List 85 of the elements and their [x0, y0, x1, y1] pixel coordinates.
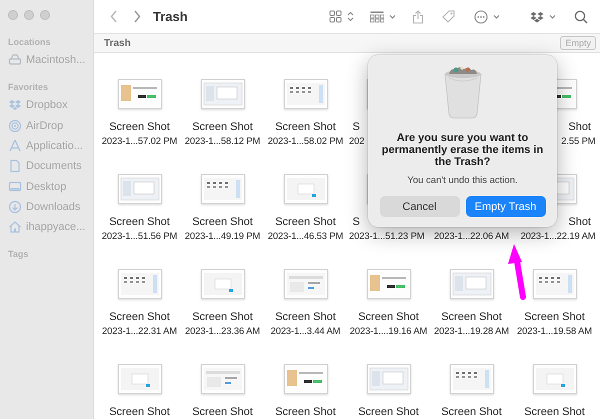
thumbnail-drawing — [450, 269, 494, 299]
cancel-button[interactable]: Cancel — [380, 196, 460, 217]
file-name[interactable]: Screen Shot — [524, 406, 585, 419]
file-date: 2023-1...58.02 PM — [268, 134, 344, 147]
file-name[interactable]: Screen Shot — [275, 311, 336, 324]
dialog-title: Are you sure you want to permanently erase the items in the Trash? — [380, 132, 544, 168]
file-date: 2023-1...19.28 AM — [434, 324, 509, 337]
file-name[interactable]: Screen Shot — [192, 311, 253, 324]
dropbox-icon — [8, 98, 22, 112]
file-name[interactable]: Screen Shot — [109, 121, 170, 134]
thumbnail-drawing — [284, 269, 328, 299]
file-name[interactable]: Shot — [568, 121, 591, 134]
file-name[interactable]: Screen Shot — [275, 121, 336, 134]
search-icon[interactable] — [574, 10, 588, 24]
file-name[interactable]: S — [352, 121, 360, 134]
file-date: 2023-1...22.06 AM — [434, 229, 509, 242]
file-date: 2023-1...51.23 PM — [349, 229, 424, 242]
home-icon — [8, 220, 22, 234]
file-name[interactable]: Screen Shot — [441, 311, 502, 324]
thumbnail-drawing — [532, 269, 576, 299]
path-label: Trash — [104, 38, 131, 48]
file-date: 202 — [349, 134, 364, 147]
file-name[interactable]: Screen Shot — [275, 406, 336, 419]
file-date: 2023-1....19.16 AM — [350, 324, 428, 337]
disk-icon — [8, 53, 22, 68]
file-date: 2023-1...58.12 PM — [184, 134, 260, 147]
thumbnail-drawing — [200, 174, 244, 204]
file-date: 2023-1...51.56 PM — [102, 229, 178, 242]
pointer-arrow — [508, 244, 526, 300]
file-name[interactable]: Screen Shot — [441, 406, 502, 419]
file-name[interactable]: Screen Shot — [109, 216, 170, 229]
file-name[interactable]: Screen Shot — [192, 121, 253, 134]
file-name[interactable]: Screen Shot — [192, 216, 253, 229]
file-name[interactable]: Screen Shot — [109, 311, 170, 324]
file-date: 2023-1...49.19 PM — [184, 229, 260, 242]
thumbnail-drawing — [450, 364, 494, 394]
thumbnail-drawing — [118, 79, 162, 109]
thumbnail-drawing — [284, 174, 328, 204]
tag-icon[interactable] — [441, 9, 456, 24]
more-icon[interactable] — [474, 10, 488, 24]
file-name[interactable]: Shot — [568, 216, 591, 229]
chevron-down-icon[interactable] — [549, 14, 556, 19]
file-name[interactable]: Screen Shot — [109, 406, 170, 419]
thumbnail-drawing — [118, 364, 162, 394]
file-name[interactable]: S — [352, 216, 360, 229]
dropbox-icon[interactable] — [530, 10, 544, 22]
thumbnail-drawing — [284, 364, 328, 394]
desktop-icon — [8, 180, 22, 194]
airdrop-icon — [8, 118, 22, 133]
view-grid-icon[interactable] — [329, 10, 342, 23]
file-date: 2023-1...3.44 AM — [270, 324, 340, 337]
file-name[interactable]: Screen Shot — [524, 311, 585, 324]
forward-icon[interactable] — [133, 10, 141, 23]
chevron-down-icon[interactable] — [493, 14, 500, 19]
file-date: 2023-1...19.58 AM — [517, 324, 592, 337]
thumbnail-drawing — [118, 269, 162, 299]
thumbnail-drawing — [200, 269, 244, 299]
thumbnail-drawing — [284, 79, 328, 109]
thumbnail-drawing — [366, 364, 410, 394]
dialog-message: You can't undo this action. — [407, 175, 518, 186]
file-name[interactable]: Screen Shot — [192, 406, 253, 419]
file-date: 2023-1...57.02 PM — [102, 134, 178, 147]
updown-chevron-icon[interactable] — [347, 11, 354, 22]
file-date: 2023-1...46.53 PM — [268, 229, 344, 242]
back-icon[interactable] — [110, 10, 118, 23]
thumbnail-drawing — [532, 364, 576, 394]
file-date: 2023-1...22.31 AM — [102, 324, 177, 337]
thumbnail-drawing — [366, 269, 410, 299]
share-icon[interactable] — [412, 10, 424, 24]
file-name[interactable]: Screen Shot — [358, 406, 419, 419]
file-date: 2023-1...22.19 AM — [520, 229, 596, 242]
confirm-button[interactable]: Empty Trash — [466, 196, 546, 217]
file-name[interactable]: Screen Shot — [358, 311, 419, 324]
chevron-down-icon[interactable] — [389, 14, 396, 19]
group-view-icon[interactable] — [370, 10, 384, 22]
file-name[interactable]: Screen Shot — [275, 216, 336, 229]
thumbnail-drawing — [200, 79, 244, 109]
thumbnail-drawing — [118, 174, 162, 204]
thumbnail-drawing — [200, 364, 244, 394]
file-date: 2023-1...23.36 AM — [185, 324, 260, 337]
window-title: Trash — [153, 9, 188, 24]
document-icon — [8, 159, 22, 174]
download-icon — [8, 200, 22, 214]
applications-icon — [8, 139, 22, 154]
file-date: 2.55 PM — [561, 134, 596, 147]
